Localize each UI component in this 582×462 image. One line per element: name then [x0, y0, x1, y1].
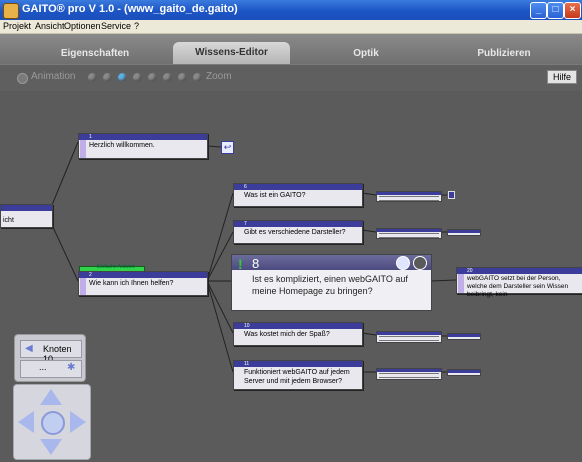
node-root[interactable]: icht — [0, 204, 53, 228]
node-number: 2 — [79, 272, 207, 278]
node-10[interactable]: ! 10 Was kostet mich der Spaß? — [233, 322, 363, 346]
node-text: Was ist ein GAITO? — [244, 192, 306, 199]
node-header — [1, 205, 52, 211]
node-text: Gibt es verschiedene Darsteller? — [244, 229, 346, 236]
node-1[interactable]: 1 Herzlich willkommen. — [78, 133, 208, 159]
user-icon[interactable] — [396, 256, 410, 270]
answer-mini-node[interactable] — [447, 333, 481, 340]
node-navigator: ◀ Knoten 10 ... ✱ — [14, 334, 86, 382]
node-number: 1 — [79, 134, 207, 140]
answer-mini-node[interactable] — [376, 331, 442, 343]
link-icon[interactable] — [448, 191, 455, 199]
center-icon[interactable] — [41, 411, 65, 435]
arrow-left-icon[interactable] — [18, 411, 34, 433]
node-nav-button[interactable]: ◀ Knoten 10 — [20, 340, 82, 364]
node-text: webGAITO setzt bei der Person, welche de… — [467, 275, 569, 298]
sparkle-icon[interactable]: ✱ — [67, 362, 75, 373]
arrow-right-icon[interactable] — [70, 411, 86, 433]
arrow-down-icon[interactable] — [40, 439, 62, 455]
node-number: 7 — [234, 221, 362, 227]
answer-mini-node[interactable] — [447, 229, 481, 236]
node-text: Herzlich willkommen. — [89, 142, 155, 149]
node-text: icht — [3, 217, 14, 224]
node-number: 20 — [457, 268, 582, 274]
answer-mini-node[interactable] — [447, 369, 481, 376]
arrow-up-icon[interactable] — [40, 389, 62, 405]
answer-mini-node[interactable] — [376, 368, 442, 380]
answer-mini-node[interactable] — [376, 228, 442, 239]
node-text: Wie kann ich Ihnen helfen? — [89, 280, 174, 287]
node-11[interactable]: ! 11 Funktioniert webGAITO auf jedem Ser… — [233, 360, 363, 390]
node-number: 6 — [234, 184, 362, 190]
node-number: 10 — [234, 323, 362, 329]
answer-node-20[interactable]: 20 webGAITO setzt bei der Person, welche… — [456, 267, 582, 298]
arrow-left-icon[interactable]: ◀ — [25, 344, 33, 354]
exclamation-icon: ! — [238, 256, 243, 272]
edit-icon[interactable] — [413, 256, 427, 270]
navigation-pad — [13, 384, 91, 460]
more-label: ... — [39, 362, 47, 372]
node-text: Ist es kompliziert, einen webGAITO auf m… — [252, 274, 408, 296]
node-6[interactable]: ! 6 Was ist ein GAITO? — [233, 183, 363, 207]
link-jump-icon[interactable]: ↩ — [221, 141, 234, 154]
node-2[interactable]: 2 Wie kann ich Ihnen helfen? — [78, 271, 208, 296]
node-8-selected[interactable]: ! 8 Ist es kompliziert, einen webGAITO a… — [231, 254, 432, 311]
node-number: 8 — [252, 256, 260, 271]
status-label: Einfache Antwort — [97, 264, 135, 270]
node-sub-button[interactable]: ... ✱ — [20, 360, 82, 378]
node-7[interactable]: ! 7 Gibt es verschiedene Darsteller? — [233, 220, 363, 244]
node-text: Was kostet mich der Spaß? — [244, 331, 330, 338]
answer-mini-node[interactable] — [376, 191, 442, 202]
node-number: 11 — [234, 361, 362, 367]
node-text: Funktioniert webGAITO auf jedem Server u… — [244, 369, 350, 385]
